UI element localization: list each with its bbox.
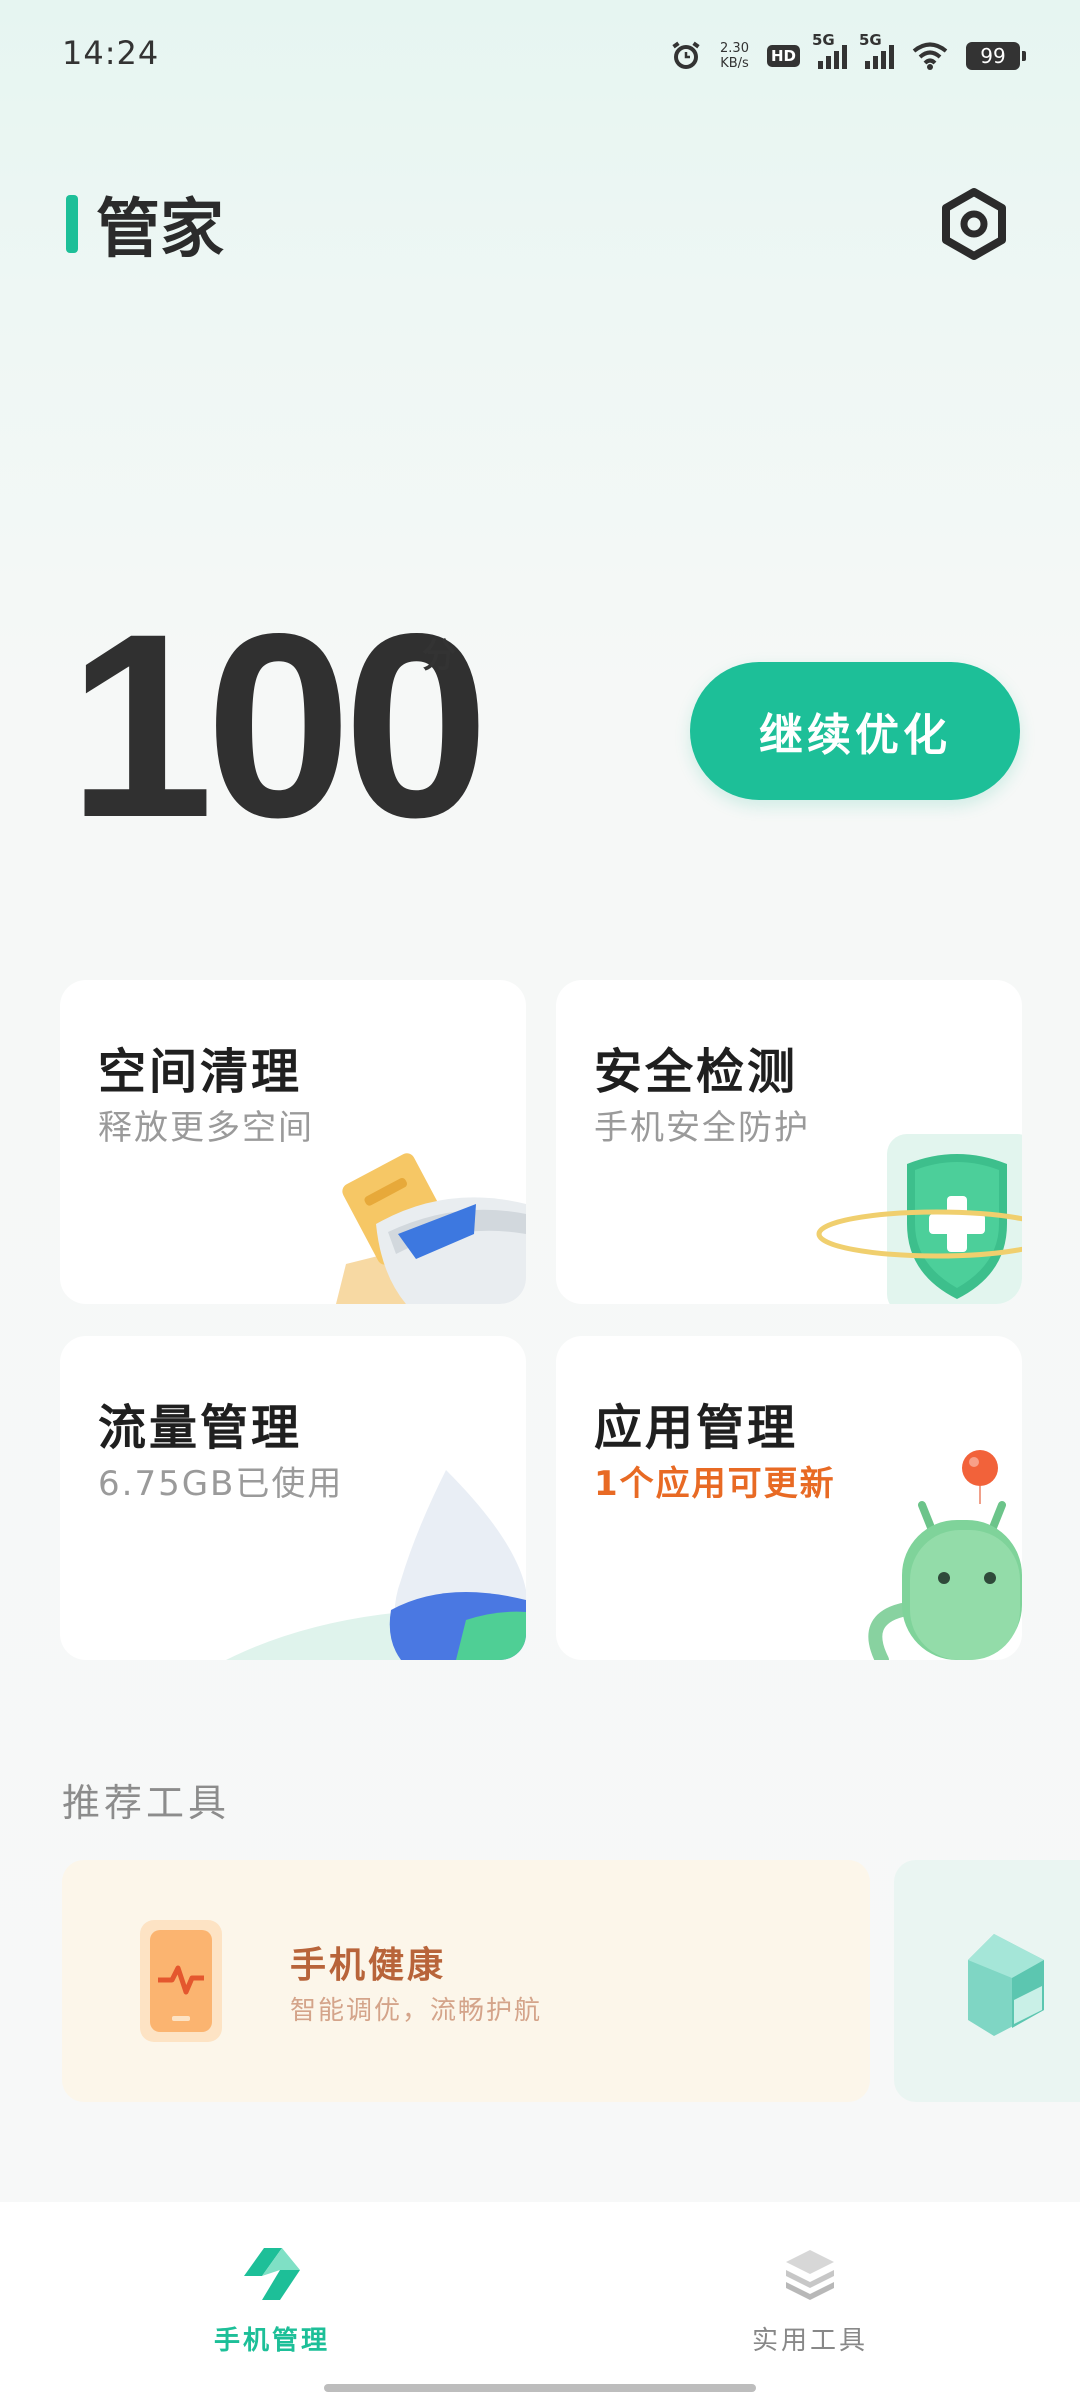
status-icons: 2.30 KB/s HD 5G 5G 99 [670, 31, 1026, 78]
cleaner-bucket-icon [336, 1153, 526, 1304]
card-subtitle: 释放更多空间 [98, 1108, 314, 1148]
water-drop-icon [226, 1470, 526, 1660]
health-score: 100 [68, 579, 489, 872]
signal-icon: 5G [812, 31, 847, 69]
status-time: 14:24 [62, 34, 160, 72]
section-title-recommended: 推荐工具 [62, 1781, 231, 1825]
card-security-check[interactable]: 安全检测 手机安全防护 [556, 980, 1022, 1304]
app-title: 管家 [66, 178, 224, 270]
wifi-icon [912, 42, 948, 70]
cube-icon [968, 1934, 1044, 2036]
phone-manager-icon [244, 2248, 300, 2300]
signal-icon-2: 5G [859, 31, 894, 69]
tool-card-phone-health[interactable]: 手机健康 智能调优，流畅护航 [62, 1860, 870, 2102]
card-title: 应用管理 [594, 1400, 799, 1456]
card-data-management[interactable]: 流量管理 6.75GB已使用 [60, 1336, 526, 1660]
tool-description: 智能调优，流畅护航 [290, 1996, 543, 2026]
sim2-label: 5G [859, 31, 882, 49]
settings-button[interactable] [936, 186, 1012, 262]
card-title: 安全检测 [594, 1044, 799, 1100]
battery-indicator: 99 [966, 42, 1026, 70]
card-title: 流量管理 [98, 1400, 303, 1456]
network-speed: 2.30 KB/s [720, 41, 749, 71]
alarm-icon [670, 40, 702, 72]
tab-utility-tools[interactable]: 实用工具 [700, 2246, 920, 2357]
card-subtitle: 手机安全防护 [594, 1108, 810, 1148]
tool-name: 手机健康 [290, 1945, 447, 1986]
tab-label: 实用工具 [751, 2326, 868, 2356]
layers-icon [786, 2250, 834, 2300]
shield-plus-icon [816, 1134, 1022, 1304]
network-speed-unit: KB/s [720, 56, 749, 71]
home-indicator[interactable] [324, 2384, 756, 2392]
sim1-label: 5G [812, 31, 835, 49]
settings-hexagon-icon [942, 188, 1006, 260]
tool-card-partial[interactable] [894, 1860, 1080, 2102]
android-robot-icon [868, 1501, 1022, 1660]
card-subtitle: 1个应用可更新 [594, 1464, 836, 1504]
phone-pulse-icon [140, 1920, 222, 2042]
page-title: 管家 [96, 193, 224, 267]
card-app-management[interactable]: 应用管理 1个应用可更新 [556, 1336, 1022, 1660]
card-space-cleanup[interactable]: 空间清理 释放更多空间 [60, 980, 526, 1304]
card-title: 空间清理 [98, 1044, 303, 1100]
hd-badge: HD [766, 45, 800, 67]
status-bar: 14:24 2.30 KB/s HD 5G 5G 99 [0, 0, 1080, 110]
tab-label: 手机管理 [213, 2326, 330, 2356]
network-speed-value: 2.30 [720, 41, 749, 56]
score-unit: 分 [422, 636, 456, 676]
title-accent-bar [66, 195, 78, 253]
tab-phone-manager[interactable]: 手机管理 [162, 2246, 382, 2357]
continue-optimize-button[interactable]: 继续优化 [690, 662, 1020, 800]
bottom-navigation: 手机管理 实用工具 [0, 2202, 1080, 2400]
